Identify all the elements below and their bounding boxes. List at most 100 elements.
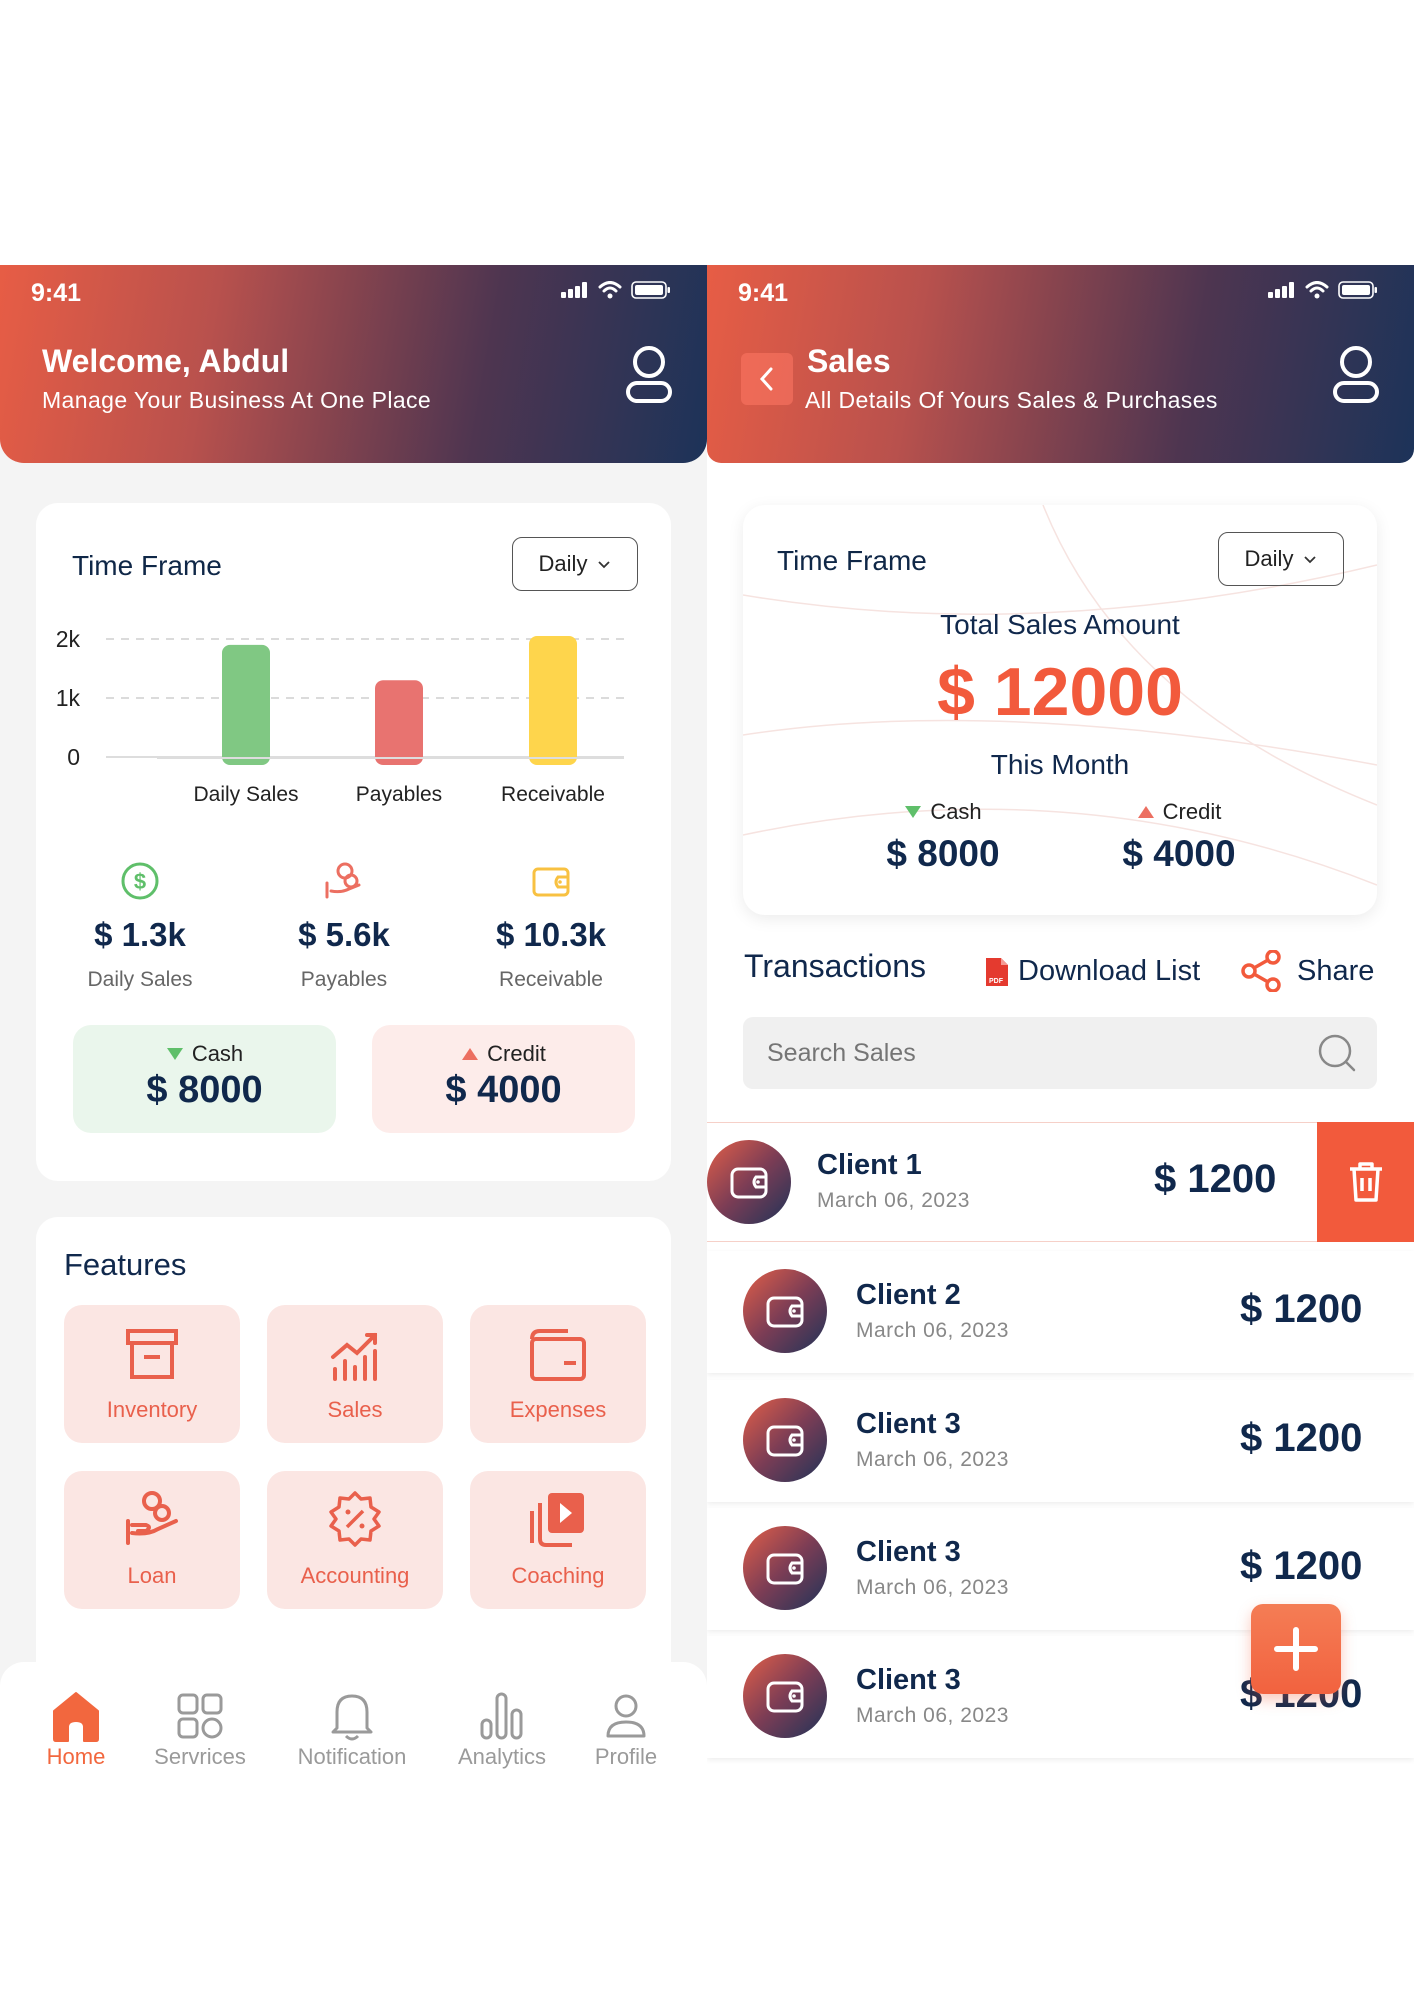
wallet-icon xyxy=(730,1167,768,1199)
nav-label: Profile xyxy=(594,1744,658,1769)
chevron-down-icon xyxy=(598,560,611,568)
profile-icon[interactable] xyxy=(625,345,673,405)
time-frame-dropdown[interactable]: Daily xyxy=(512,537,638,591)
feature-sales[interactable]: Sales xyxy=(267,1305,443,1443)
client-name: Client 3 xyxy=(856,1664,961,1696)
client-amount: $ 1200 xyxy=(1240,1287,1363,1331)
feature-expenses[interactable]: Expenses xyxy=(470,1305,646,1443)
wallet-avatar xyxy=(743,1269,827,1353)
wallet-icon xyxy=(766,1425,804,1457)
credit-summary: Credit $ 4000 xyxy=(372,1025,635,1133)
battery-icon xyxy=(1338,281,1377,299)
metric-value: $ 1.3k xyxy=(94,916,186,953)
wallet-icon xyxy=(766,1681,804,1713)
share-button[interactable]: Share xyxy=(1241,950,1374,992)
status-icons xyxy=(1268,281,1378,299)
welcome-title: Welcome, Abdul xyxy=(42,343,290,379)
nav-label: Analytics xyxy=(457,1744,547,1769)
feature-label: Inventory xyxy=(106,1397,198,1422)
cash-value: $ 8000 xyxy=(886,833,1000,874)
metric-label: Payables xyxy=(300,968,388,991)
cash-value: $ 8000 xyxy=(146,1069,263,1111)
delete-button[interactable] xyxy=(1317,1122,1414,1242)
credit-label: Credit xyxy=(487,1041,546,1066)
wallet-avatar xyxy=(743,1398,827,1482)
x-category-label: Receivable xyxy=(501,783,605,806)
back-button[interactable] xyxy=(741,353,793,405)
wallet-icon xyxy=(530,1329,586,1381)
total-sales-label: Total Sales Amount xyxy=(940,609,1180,640)
metric-receivable: $ 10.3k Receivable xyxy=(466,861,636,992)
search-icon[interactable] xyxy=(1317,1033,1357,1073)
metric-daily-sales: $ $ 1.3k Daily Sales xyxy=(55,861,225,992)
sales-screen: 9:41 Sales All Details Of Yours Sales & … xyxy=(707,265,1414,1795)
feature-label: Loan xyxy=(127,1563,177,1588)
signal-icon xyxy=(561,282,587,298)
analytics-icon xyxy=(480,1692,523,1740)
transaction-row-swiped[interactable]: Client 1 March 06, 2023 $ 1200 xyxy=(707,1122,1414,1242)
share-icon xyxy=(1241,950,1281,992)
add-sale-button[interactable] xyxy=(1251,1604,1341,1694)
credit-summary: Credit $ 4000 xyxy=(1089,799,1269,875)
bar xyxy=(529,636,577,765)
transaction-row[interactable]: Client 3 March 06, 2023 $ 1200 xyxy=(707,1380,1414,1502)
dropdown-value: Daily xyxy=(1244,546,1294,571)
credit-value: $ 4000 xyxy=(1122,833,1236,874)
bar-chart: 2k 1k 0 Daily Sales Payables Receivable xyxy=(56,626,624,806)
metric-payables: $ 5.6k Payables xyxy=(259,861,429,992)
archive-box-icon xyxy=(126,1329,178,1379)
feature-accounting[interactable]: Accounting xyxy=(267,1471,443,1609)
client-date: March 06, 2023 xyxy=(856,1576,1009,1599)
time-frame-dropdown[interactable]: Daily xyxy=(1218,532,1344,586)
feature-inventory[interactable]: Inventory xyxy=(64,1305,240,1443)
wallet-icon xyxy=(766,1296,804,1328)
client-amount: $ 1200 xyxy=(1240,1416,1363,1460)
profile-icon[interactable] xyxy=(1332,345,1380,405)
chevron-down-icon xyxy=(1304,555,1317,563)
total-sales-value: $ 12000 xyxy=(937,654,1183,730)
feature-loan[interactable]: Loan xyxy=(64,1471,240,1609)
feature-label: Coaching xyxy=(511,1563,605,1588)
share-label: Share xyxy=(1297,954,1375,987)
feature-coaching[interactable]: Coaching xyxy=(470,1471,646,1609)
search-bar[interactable] xyxy=(743,1017,1377,1089)
search-input[interactable] xyxy=(767,1017,1307,1089)
wallet-avatar xyxy=(743,1654,827,1738)
credit-label: Credit xyxy=(1162,799,1222,824)
coins-hand-icon xyxy=(325,862,361,899)
download-list-button[interactable]: PDF Download List xyxy=(984,955,1200,988)
triangle-down-icon xyxy=(166,1048,183,1060)
svg-text:$: $ xyxy=(134,869,146,894)
feature-label: Accounting xyxy=(300,1563,410,1588)
wifi-icon xyxy=(1305,281,1329,299)
nav-profile[interactable]: Profile xyxy=(566,1688,686,1770)
nav-home[interactable]: Home xyxy=(16,1688,136,1770)
features-title: Features xyxy=(64,1247,187,1282)
client-name: Client 2 xyxy=(856,1279,961,1311)
bell-icon xyxy=(331,1694,373,1741)
page: 9:41 Welcome, Abdul Manage Your Business… xyxy=(0,0,1414,2000)
triangle-up-icon xyxy=(1137,806,1154,818)
time-frame-label: Time Frame xyxy=(777,545,927,576)
x-category-label: Daily Sales xyxy=(193,783,298,806)
signal-icon xyxy=(1268,282,1294,298)
x-category-label: Payables xyxy=(356,783,442,806)
trash-icon xyxy=(1349,1162,1382,1202)
pdf-file-icon: PDF xyxy=(986,957,1008,986)
status-time: 9:41 xyxy=(738,279,789,307)
sales-summary-card: Time Frame Daily Total Sales Amount $ 12… xyxy=(743,505,1377,915)
nav-notification[interactable]: Notification xyxy=(292,1688,412,1770)
status-icons xyxy=(561,281,671,299)
wallet-icon xyxy=(532,867,570,897)
nav-analytics[interactable]: Analytics xyxy=(442,1688,562,1770)
sales-header: 9:41 Sales All Details Of Yours Sales & … xyxy=(707,265,1414,463)
wifi-icon xyxy=(598,281,622,299)
plus-icon xyxy=(1274,1627,1318,1671)
user-icon xyxy=(606,1694,646,1738)
coins-hand-icon xyxy=(126,1491,178,1545)
wallet-avatar xyxy=(743,1526,827,1610)
nav-services[interactable]: Servrices xyxy=(140,1688,260,1770)
overview-card: Time Frame Daily 2k 1k 0 Daily Sales Payable… xyxy=(36,503,671,1181)
transaction-row[interactable]: Client 2 March 06, 2023 $ 1200 xyxy=(707,1251,1414,1373)
transactions-title: Transactions xyxy=(744,948,926,984)
